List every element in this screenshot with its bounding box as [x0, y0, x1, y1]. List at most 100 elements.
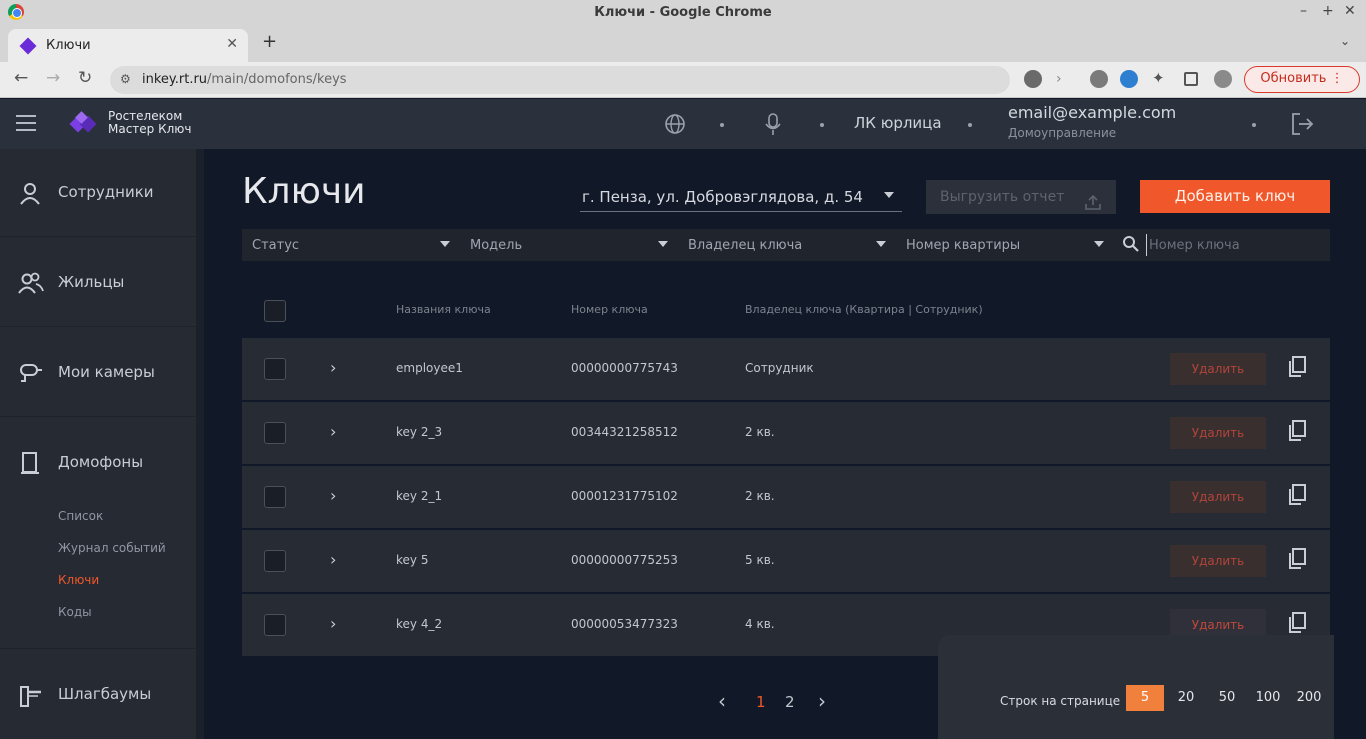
rows-option-5[interactable]: 5 [1126, 685, 1164, 711]
status-filter[interactable]: Статус [242, 229, 460, 261]
site-info-icon[interactable]: ⚙ [120, 72, 131, 86]
expand-chevron-icon[interactable]: › [330, 486, 336, 505]
sidebar-subitem-list[interactable]: Список [58, 509, 103, 523]
user-email[interactable]: email@example.com [1008, 103, 1176, 122]
row-checkbox[interactable] [264, 358, 286, 380]
key-name: key 2_1 [396, 489, 443, 503]
extension-icon[interactable] [1024, 70, 1042, 88]
copy-icon[interactable] [1286, 483, 1308, 507]
prev-page-icon[interactable]: ‹ [718, 689, 726, 713]
puzzle-icon[interactable]: ✦ [1152, 69, 1170, 87]
apartment-filter[interactable]: Номер квартиры [896, 229, 1114, 261]
header-separator [1252, 123, 1256, 127]
key-number-search-input[interactable] [1146, 234, 1326, 256]
sidebar-subitem-codes[interactable]: Коды [58, 605, 92, 619]
table-row[interactable]: › key 2_3 00344321258512 2 кв. Удалить [242, 402, 1330, 464]
row-checkbox[interactable] [264, 486, 286, 508]
row-checkbox[interactable] [264, 550, 286, 572]
table-row[interactable]: › key 5 00000000775253 5 кв. Удалить [242, 530, 1330, 592]
reload-icon[interactable]: ↻ [78, 68, 92, 88]
header-separator [968, 123, 972, 127]
key-owner: Сотрудник [745, 361, 814, 375]
column-header-owner[interactable]: Владелец ключа (Квартира | Сотрудник) [745, 303, 983, 316]
new-tab-icon[interactable]: + [262, 31, 277, 52]
copy-icon[interactable] [1286, 611, 1308, 635]
rows-option-200[interactable]: 200 [1290, 685, 1328, 711]
export-report-button[interactable]: Выгрузить отчет [926, 180, 1116, 214]
table-row[interactable]: › key 2_1 00001231775102 2 кв. Удалить [242, 466, 1330, 528]
sidebar-subitem-keys[interactable]: Ключи [58, 573, 99, 587]
close-tab-icon[interactable]: ✕ [226, 36, 238, 52]
side-panel-icon[interactable] [1184, 72, 1198, 86]
rows-option-100[interactable]: 100 [1249, 685, 1287, 711]
key-owner: 5 кв. [745, 553, 775, 567]
owner-filter[interactable]: Владелец ключа [678, 229, 896, 261]
minimize-icon[interactable]: – [1300, 3, 1307, 19]
delete-button[interactable]: Удалить [1170, 481, 1266, 513]
microphone-icon[interactable] [764, 113, 782, 142]
sidebar-item-barriers[interactable]: Шлагбаумы [0, 651, 196, 739]
sidebar-divider [196, 149, 204, 739]
back-icon[interactable]: ← [14, 68, 28, 88]
profile-extension-icon[interactable] [1120, 70, 1138, 88]
chevron-down-icon [884, 192, 894, 198]
rostelecom-logo[interactable]: Ростелеком Мастер Ключ [69, 109, 200, 139]
sidebar-item-employees[interactable]: Сотрудники [0, 149, 196, 237]
expand-chevron-icon[interactable]: › [330, 358, 336, 377]
sidebar-item-cameras[interactable]: Мои камеры [0, 329, 196, 417]
address-value: г. Пенза, ул. Добровэглядова, д. 54 [582, 188, 863, 206]
key-name: employee1 [396, 361, 463, 375]
copy-icon[interactable] [1286, 419, 1308, 443]
delete-button[interactable]: Удалить [1170, 417, 1266, 449]
address-bar[interactable]: ⚙ inkey.rt.ru/main/domofons/keys [110, 66, 1010, 94]
next-page-icon[interactable]: › [818, 689, 826, 713]
tab-search-chevron-icon[interactable]: ⌄ [1340, 34, 1350, 48]
row-checkbox[interactable] [264, 614, 286, 636]
forward-icon[interactable]: → [46, 68, 60, 88]
rows-option-20[interactable]: 20 [1167, 685, 1205, 711]
logo-text: Ростелеком Мастер Ключ [108, 109, 192, 136]
search-icon [1122, 235, 1140, 253]
sidebar-item-label: Сотрудники [58, 183, 154, 201]
chevron-down-icon [1094, 241, 1104, 247]
close-window-icon[interactable]: ✕ [1344, 3, 1356, 19]
rows-option-50[interactable]: 50 [1208, 685, 1246, 711]
delete-button[interactable]: Удалить [1170, 545, 1266, 577]
model-filter[interactable]: Модель [460, 229, 678, 261]
browser-tab[interactable]: Ключи ✕ [8, 29, 248, 62]
logout-icon[interactable] [1290, 111, 1314, 137]
user-role: Домоуправление [1008, 126, 1117, 140]
page-2[interactable]: 2 [785, 693, 795, 711]
sidebar-subitem-events[interactable]: Журнал событий [58, 541, 166, 555]
status-filter-label: Статус [252, 238, 300, 253]
delete-button[interactable]: Удалить [1170, 353, 1266, 385]
copy-icon[interactable] [1286, 547, 1308, 571]
expand-chevron-icon[interactable]: › [330, 550, 336, 569]
avatar-icon[interactable] [1214, 70, 1232, 88]
column-header-number[interactable]: Номер ключа [571, 303, 648, 316]
key-owner: 2 кв. [745, 489, 775, 503]
address-select[interactable]: г. Пенза, ул. Добровэглядова, д. 54 [580, 182, 902, 212]
menu-burger-icon[interactable] [16, 115, 36, 131]
copy-icon[interactable] [1286, 355, 1308, 379]
table-header: Названия ключа Номер ключа Владелец ключ… [242, 291, 1330, 331]
add-key-button[interactable]: Добавить ключ [1140, 180, 1330, 213]
sidebar-item-intercoms[interactable]: Домофоны [0, 419, 196, 649]
account-type-label[interactable]: ЛК юрлица [854, 114, 942, 132]
expand-chevron-icon[interactable]: › [330, 422, 336, 441]
globe-icon[interactable] [664, 113, 686, 140]
chevron-right-icon[interactable]: › [1056, 71, 1074, 89]
maximize-icon[interactable]: + [1322, 3, 1334, 19]
update-browser-button[interactable]: Обновить ⋮ [1244, 66, 1360, 93]
sidebar-item-residents[interactable]: Жильцы [0, 239, 196, 327]
row-checkbox[interactable] [264, 422, 286, 444]
owner-filter-label: Владелец ключа [688, 238, 803, 253]
camera-icon [18, 361, 42, 385]
column-header-name[interactable]: Названия ключа [396, 303, 491, 316]
table-row[interactable]: › employee1 00000000775743 Сотрудник Уда… [242, 338, 1330, 400]
expand-chevron-icon[interactable]: › [330, 614, 336, 633]
extension-icon-2[interactable] [1090, 70, 1108, 88]
sidebar-item-label: Мои камеры [58, 363, 155, 381]
select-all-checkbox[interactable] [264, 300, 286, 322]
page-1[interactable]: 1 [756, 693, 766, 711]
